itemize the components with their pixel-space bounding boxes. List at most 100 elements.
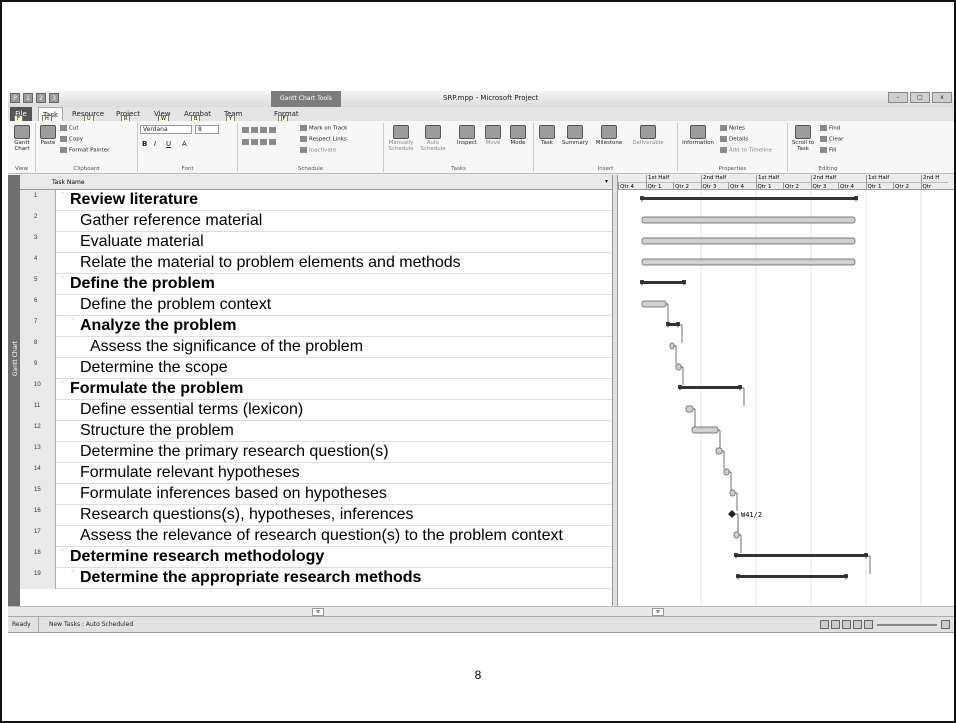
row-number[interactable]: 6 bbox=[20, 295, 56, 316]
font-name-select[interactable]: Verdana bbox=[140, 125, 192, 134]
mode-button[interactable]: Mode bbox=[506, 125, 530, 146]
insert-milestone-button[interactable]: Milestone bbox=[592, 125, 626, 146]
task-row[interactable]: 6 Define the problem context bbox=[20, 295, 612, 316]
task-row[interactable]: 14 Formulate relevant hypotheses bbox=[20, 463, 612, 484]
collapse-icon[interactable]: ⁻ bbox=[61, 191, 64, 198]
insert-deliverable-button[interactable]: Deliverable bbox=[628, 125, 668, 146]
font-color-button[interactable]: A bbox=[182, 141, 187, 148]
respect-links-button[interactable]: Respect Links bbox=[300, 136, 347, 143]
task-name[interactable]: Define the problem context bbox=[80, 296, 271, 314]
row-number[interactable]: 15 bbox=[20, 484, 56, 505]
row-number[interactable]: 17 bbox=[20, 526, 56, 547]
task-name[interactable]: Review literature bbox=[70, 191, 198, 209]
task-name-column-header[interactable]: Task Name ▾ bbox=[20, 175, 612, 190]
task-row[interactable]: 8 Assess the significance of the problem bbox=[20, 337, 612, 358]
italic-button[interactable]: I bbox=[154, 141, 156, 148]
copy-button[interactable]: Copy bbox=[60, 136, 83, 143]
task-name[interactable]: Evaluate material bbox=[80, 233, 204, 251]
resource-sheet-icon[interactable] bbox=[853, 620, 862, 629]
row-number[interactable]: 3 bbox=[20, 232, 56, 253]
task-name[interactable]: Relate the material to problem elements … bbox=[80, 254, 461, 272]
task-row[interactable]: 12 Structure the problem bbox=[20, 421, 612, 442]
row-number[interactable]: 13 bbox=[20, 442, 56, 463]
task-row[interactable]: 16 Research questions(s), hypotheses, inf… bbox=[20, 505, 612, 526]
row-number[interactable]: 1 bbox=[20, 190, 56, 211]
task-name[interactable]: Define essential terms (lexicon) bbox=[80, 401, 303, 419]
task-row[interactable]: 2 Gather reference material bbox=[20, 211, 612, 232]
task-name[interactable]: Structure the problem bbox=[80, 422, 234, 440]
collapse-icon[interactable]: ⁻ bbox=[71, 317, 74, 324]
inactivate-button[interactable]: Inactivate bbox=[300, 147, 336, 154]
task-usage-icon[interactable] bbox=[831, 620, 840, 629]
bold-button[interactable]: B bbox=[142, 141, 147, 148]
zoom-out-icon[interactable] bbox=[864, 620, 873, 629]
task-row[interactable]: 19 ⁻ Determine the appropriate research me… bbox=[20, 568, 612, 589]
maximize-button[interactable]: □ bbox=[910, 92, 930, 103]
scroll-to-task-button[interactable]: Scroll to Task bbox=[790, 125, 816, 152]
auto-schedule-button[interactable]: Auto Schedule bbox=[418, 125, 448, 152]
gantt-scroll-thumb[interactable]: ≡ bbox=[652, 608, 664, 616]
row-number[interactable]: 12 bbox=[20, 421, 56, 442]
find-button[interactable]: Find bbox=[820, 125, 840, 132]
task-row[interactable]: 3 Evaluate material bbox=[20, 232, 612, 253]
task-name[interactable]: Determine research methodology bbox=[70, 548, 324, 566]
manually-schedule-button[interactable]: Manually Schedule bbox=[386, 125, 416, 152]
task-name[interactable]: Gather reference material bbox=[80, 212, 262, 230]
new-tasks-mode[interactable]: New Tasks : Auto Scheduled bbox=[38, 617, 133, 632]
row-number[interactable]: 10 bbox=[20, 379, 56, 400]
row-number[interactable]: 18 bbox=[20, 547, 56, 568]
row-number[interactable]: 4 bbox=[20, 253, 56, 274]
row-number[interactable]: 8 bbox=[20, 337, 56, 358]
task-name[interactable]: Determine the primary research question(… bbox=[80, 443, 389, 461]
close-button[interactable]: x bbox=[932, 92, 952, 103]
team-planner-icon[interactable] bbox=[842, 620, 851, 629]
font-size-select[interactable]: 8 bbox=[195, 125, 219, 134]
zoom-slider[interactable] bbox=[877, 623, 937, 626]
row-number[interactable]: 9 bbox=[20, 358, 56, 379]
information-button[interactable]: Information bbox=[680, 125, 716, 146]
sheet-scroll-thumb[interactable]: ≡ bbox=[312, 608, 324, 616]
inspect-button[interactable]: Inspect bbox=[454, 125, 480, 146]
task-name[interactable]: Determine the appropriate research metho… bbox=[80, 569, 421, 587]
cut-button[interactable]: Cut bbox=[60, 125, 78, 132]
row-number[interactable]: 14 bbox=[20, 463, 56, 484]
task-name[interactable]: Assess the relevance of research questio… bbox=[80, 527, 563, 545]
fill-button[interactable]: Fill bbox=[820, 147, 836, 154]
underline-button[interactable]: U bbox=[166, 141, 171, 148]
task-row[interactable]: 13 Determine the primary research questio… bbox=[20, 442, 612, 463]
task-row[interactable]: 18 ⁻ Determine research methodology bbox=[20, 547, 612, 568]
collapse-icon[interactable]: ⁻ bbox=[61, 275, 64, 282]
task-name[interactable]: Assess the significance of the problem bbox=[90, 338, 363, 356]
notes-button[interactable]: Notes bbox=[720, 125, 745, 132]
indent-icons[interactable] bbox=[242, 139, 278, 146]
collapse-icon[interactable]: ⁻ bbox=[61, 548, 64, 555]
mark-on-track-button[interactable]: Mark on Track bbox=[300, 125, 347, 132]
row-number[interactable]: 11 bbox=[20, 400, 56, 421]
save-icon[interactable]: 1 bbox=[23, 93, 33, 103]
row-number[interactable]: 5 bbox=[20, 274, 56, 295]
clear-button[interactable]: Clear bbox=[820, 136, 843, 143]
task-name[interactable]: Determine the scope bbox=[80, 359, 228, 377]
gantt-view-icon[interactable] bbox=[820, 620, 829, 629]
minimize-button[interactable]: – bbox=[888, 92, 908, 103]
task-row[interactable]: 4 Relate the material to problem elements… bbox=[20, 253, 612, 274]
task-name[interactable]: Formulate relevant hypotheses bbox=[80, 464, 300, 482]
paste-button[interactable]: Paste bbox=[38, 125, 58, 146]
insert-summary-button[interactable]: Summary bbox=[560, 125, 590, 146]
task-row[interactable]: 1 ⁻ Review literature bbox=[20, 190, 612, 211]
task-row[interactable]: 7 ⁻ Analyze the problem bbox=[20, 316, 612, 337]
add-to-timeline-button[interactable]: Add to Timeline bbox=[720, 147, 772, 154]
row-number[interactable]: 2 bbox=[20, 211, 56, 232]
format-painter-button[interactable]: Format Painter bbox=[60, 147, 109, 154]
row-number[interactable]: 16 bbox=[20, 505, 56, 526]
redo-icon[interactable]: 3 bbox=[49, 93, 59, 103]
insert-task-button[interactable]: Task bbox=[536, 125, 558, 146]
task-name[interactable]: Analyze the problem bbox=[80, 317, 236, 335]
task-name[interactable]: Formulate inferences based on hypotheses bbox=[80, 485, 387, 503]
chevron-down-icon[interactable]: ▾ bbox=[605, 175, 608, 189]
gantt-chart-button[interactable]: Gantt Chart bbox=[10, 125, 34, 152]
task-name[interactable]: Define the problem bbox=[70, 275, 215, 293]
app-icon[interactable]: P bbox=[10, 93, 20, 103]
row-number[interactable]: 7 bbox=[20, 316, 56, 337]
task-row[interactable]: 5 ⁻ Define the problem bbox=[20, 274, 612, 295]
